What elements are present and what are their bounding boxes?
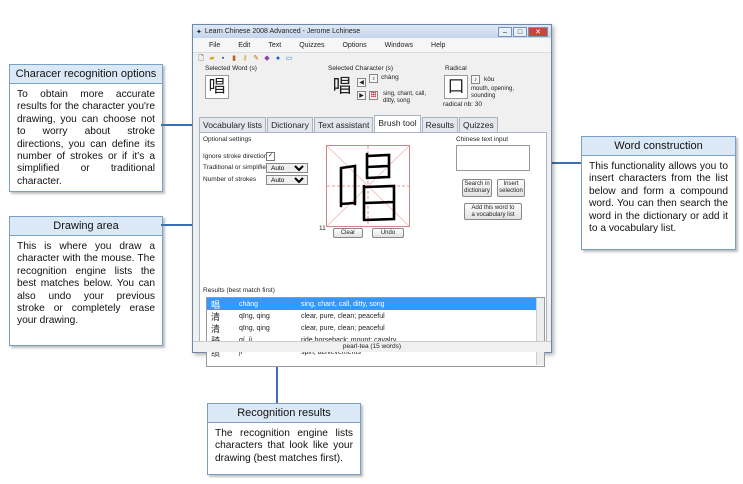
new-file-icon[interactable]: 🗋 <box>197 55 205 63</box>
add-to-vocabulary-button[interactable]: Add this word to a vocabulary list <box>464 203 522 220</box>
selection-row: Selected Word (s) 唱 Selected Character (… <box>193 65 551 113</box>
tab-quizzes[interactable]: Quizzes <box>458 117 498 133</box>
result-pinyin: qīng, qing <box>239 324 270 332</box>
brush-icon[interactable]: ✎ <box>252 55 260 63</box>
tab-dictionary[interactable]: Dictionary <box>267 117 313 133</box>
drawing-svg <box>326 145 410 227</box>
callout-title: Drawing area <box>10 217 162 236</box>
menu-options[interactable]: Options <box>342 42 366 49</box>
insert-selection-button[interactable]: Insert selection <box>497 179 525 197</box>
undo-button[interactable]: Undo <box>372 228 404 238</box>
app-icon: ✦ <box>196 28 202 36</box>
num-strokes-label: Number of strokes <box>203 176 257 183</box>
callout-recognition-results: Recognition results The recognition engi… <box>207 403 361 475</box>
title-bar: ✦ Learn Chinese 2008 Advanced - Jerome L… <box>193 25 551 38</box>
tab-text-assistant[interactable]: Text assistant <box>313 117 374 133</box>
ignore-stroke-label: Ignore stroke direction <box>203 153 268 160</box>
result-pinyin: chàng <box>239 300 259 308</box>
tab-vocabulary-lists[interactable]: Vocabulary lists <box>199 117 267 133</box>
tab-brush-tool[interactable]: Brush tool <box>374 115 421 133</box>
callout-title: Word construction <box>582 137 735 156</box>
menu-file[interactable]: File <box>209 42 220 49</box>
chinese-text-input-label: Chinese text input <box>456 136 509 143</box>
results-list[interactable]: 唱 chàng sing, chant, call, ditty, song 清… <box>206 297 545 367</box>
next-char-button[interactable]: ▶ <box>357 91 366 100</box>
trad-simpl-select[interactable]: Auto <box>266 163 308 173</box>
brush-tool-panel: Optional settings Ignore stroke directio… <box>199 132 547 367</box>
callout-body: This functionality allows you to insert … <box>589 161 728 235</box>
menu-text[interactable]: Text <box>268 42 281 49</box>
num-strokes-select[interactable]: Auto <box>266 175 308 185</box>
minimize-button[interactable]: – <box>498 26 512 37</box>
callout-recognition-options: Characer recognition options To obtain m… <box>9 64 163 192</box>
radical-label: Radical <box>445 65 467 72</box>
clear-button[interactable]: Clear <box>333 228 363 238</box>
palette-icon[interactable]: ◆ <box>263 55 271 63</box>
close-button[interactable]: ✕ <box>528 26 548 37</box>
key-icon[interactable]: ⚷ <box>241 55 249 63</box>
radical-display: 口 <box>444 75 468 99</box>
menu-edit[interactable]: Edit <box>238 42 250 49</box>
search-in-dictionary-button[interactable]: Search in dictionary <box>462 179 492 197</box>
toolbar: 🗋 ▰ ▪ ▮ ⚷ ✎ ◆ ● ▭ <box>193 53 551 65</box>
callout-title: Characer recognition options <box>10 65 162 84</box>
menu-quizzes[interactable]: Quizzes <box>299 42 324 49</box>
tab-results[interactable]: Results <box>421 117 458 133</box>
callout-word-construction: Word construction This functionality all… <box>581 136 736 250</box>
maximize-button[interactable]: □ <box>513 26 527 37</box>
result-row[interactable]: 唱 chàng sing, chant, call, ditty, song <box>207 298 544 311</box>
ignore-stroke-checkbox[interactable]: ✓ <box>266 152 275 161</box>
open-folder-icon[interactable]: ▰ <box>208 55 216 63</box>
result-row[interactable]: 清 qīng, qing clear, pure, clean; peacefu… <box>207 310 544 323</box>
window-title: Learn Chinese 2008 Advanced - Jerome Lch… <box>204 28 361 35</box>
selected-char-label: Selected Character (s) <box>328 65 394 72</box>
optional-settings-label: Optional settings <box>203 136 252 143</box>
radical-pinyin: kǒu <box>484 76 495 83</box>
menu-help[interactable]: Help <box>431 42 445 49</box>
result-meaning: sing, chant, call, ditty, song <box>301 300 385 308</box>
callout-drawing-area: Drawing area This is where you draw a ch… <box>9 216 163 346</box>
selected-char-pinyin: chàng <box>381 74 399 81</box>
results-label: Results (best match first) <box>203 287 275 294</box>
callout-body: The recognition engine lists characters … <box>215 428 353 464</box>
info-icon[interactable]: ● <box>274 55 282 63</box>
radical-speaker-icon[interactable]: ♪ <box>471 75 480 84</box>
callout-body: To obtain more accurate results for the … <box>17 89 155 187</box>
trad-simpl-label: Traditional or simplified <box>203 164 270 171</box>
stroke-order-icon[interactable]: 田 <box>369 91 378 100</box>
tab-bar: Vocabulary lists Dictionary Text assista… <box>199 115 499 133</box>
callout-title: Recognition results <box>208 404 360 423</box>
chat-icon[interactable]: ▭ <box>285 55 293 63</box>
prev-char-button[interactable]: ◀ <box>357 78 366 87</box>
selected-char-meaning: sing, chant, call, ditty, song <box>383 91 427 104</box>
app-window: ✦ Learn Chinese 2008 Advanced - Jerome L… <box>192 24 552 367</box>
stroke-count: 11 <box>319 225 326 232</box>
selected-word-display: 唱 <box>205 75 229 99</box>
speaker-icon[interactable]: ♪ <box>369 74 378 83</box>
menu-windows[interactable]: Windows <box>385 42 413 49</box>
result-meaning: clear, pure, clean; peaceful <box>301 324 385 332</box>
result-row[interactable]: 清 qīng, qing clear, pure, clean; peacefu… <box>207 322 544 335</box>
chinese-text-input[interactable] <box>456 145 530 171</box>
book-icon[interactable]: ▮ <box>230 55 238 63</box>
result-meaning: clear, pure, clean; peaceful <box>301 312 385 320</box>
radical-number: radical nb: 30 <box>443 101 483 108</box>
menu-bar: File Edit Text Quizzes Options Windows H… <box>193 38 551 53</box>
save-icon[interactable]: ▪ <box>219 55 227 63</box>
status-bar: pearl-tea (15 words) <box>193 341 551 352</box>
callout-body: This is where you draw a character with … <box>17 241 155 327</box>
drawing-canvas[interactable] <box>326 145 410 227</box>
selected-word-label: Selected Word (s) <box>205 65 257 72</box>
result-pinyin: qīng, qing <box>239 312 270 320</box>
results-scrollbar[interactable] <box>536 298 544 365</box>
radical-meaning: mouth, opening, sounding <box>471 86 515 99</box>
selected-char-display: 唱 <box>332 75 352 97</box>
